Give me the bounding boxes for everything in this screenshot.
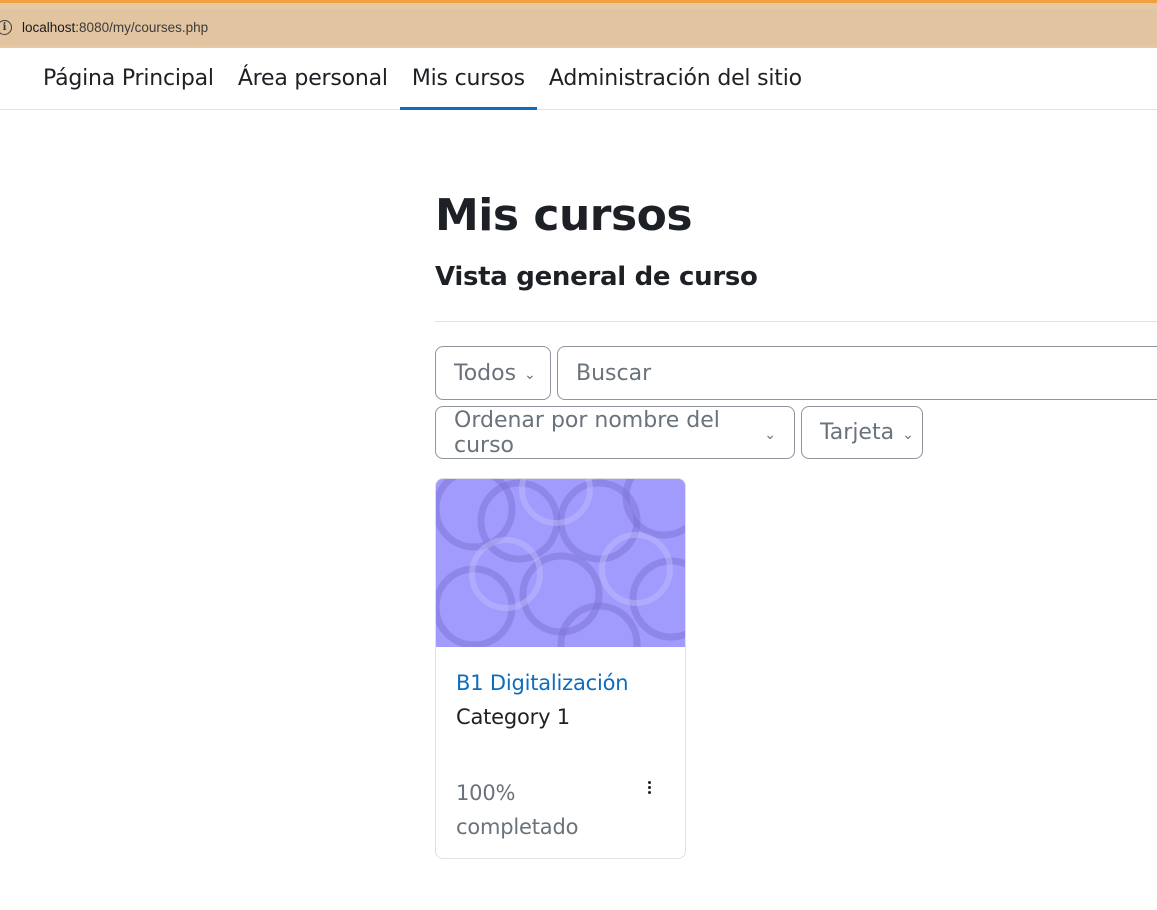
course-category: Category 1	[456, 705, 570, 729]
sort-dropdown-label: Ordenar por nombre del curso	[454, 407, 720, 458]
browser-address-bar: i localhost:8080/my/courses.php	[0, 0, 1157, 48]
sort-dropdown[interactable]: Ordenar por nombre del curso ⌄	[435, 406, 795, 459]
divider	[435, 321, 1157, 322]
url-host: localhost	[22, 19, 76, 35]
nav-item-site-administration[interactable]: Administración del sitio	[537, 48, 814, 109]
page-title: Mis cursos	[435, 190, 693, 241]
view-dropdown[interactable]: Tarjeta ⌄	[801, 406, 923, 459]
primary-navigation: Página Principal Área personal Mis curso…	[0, 48, 1157, 110]
info-icon[interactable]: i	[0, 19, 12, 35]
nav-item-my-courses[interactable]: Mis cursos	[399, 48, 537, 110]
section-title: Vista general de curso	[435, 262, 758, 292]
nav-item-home[interactable]: Página Principal	[31, 48, 226, 109]
nav-item-dashboard[interactable]: Área personal	[226, 48, 400, 109]
chevron-down-icon: ⌄	[524, 367, 536, 383]
search-input[interactable]: Buscar	[557, 346, 1157, 400]
grouping-dropdown[interactable]: Todos ⌄	[435, 346, 551, 400]
course-name-link[interactable]: B1 Digitalización	[456, 671, 629, 695]
grouping-dropdown-label: Todos	[454, 360, 517, 386]
course-image[interactable]	[436, 479, 686, 647]
url-path: :8080/my/courses.php	[75, 19, 209, 35]
view-dropdown-label: Tarjeta	[820, 420, 895, 445]
search-placeholder: Buscar	[576, 360, 652, 386]
address-field[interactable]: i localhost:8080/my/courses.php	[0, 9, 1157, 45]
url-text[interactable]: localhost:8080/my/courses.php	[22, 20, 208, 35]
course-card: B1 Digitalización Category 1 100% comple…	[435, 478, 686, 859]
chevron-down-icon: ⌄	[764, 426, 776, 443]
course-progress-text: 100% completado	[456, 781, 579, 839]
chevron-down-icon: ⌄	[902, 426, 914, 443]
kebab-menu-icon[interactable]	[639, 777, 659, 797]
